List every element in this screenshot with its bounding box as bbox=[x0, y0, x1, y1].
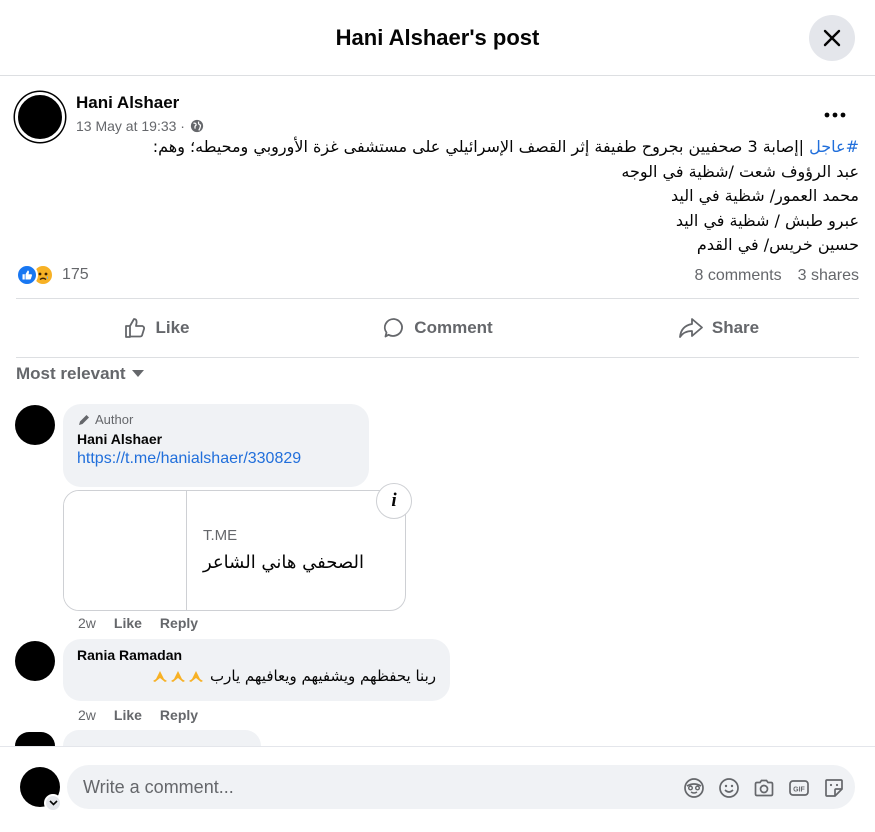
post-action-bar: Like Comment Share bbox=[16, 298, 859, 358]
comment-text-body: ربنا يحفظهم ويشفيهم ويعافيهم يارب bbox=[210, 667, 436, 685]
like-reaction-icon bbox=[16, 264, 38, 286]
author-badge: Author bbox=[77, 412, 355, 427]
comment-time[interactable]: 2w bbox=[78, 707, 96, 723]
comment-count[interactable]: 8 comments bbox=[694, 267, 781, 285]
gif-icon: GIF bbox=[789, 780, 809, 796]
comment-composer: GIF bbox=[0, 746, 875, 832]
comment-sort-dropdown[interactable]: Most relevant bbox=[16, 364, 144, 384]
dialog-title: Hani Alshaer's post bbox=[335, 24, 540, 50]
globe-icon bbox=[190, 119, 204, 133]
close-button[interactable] bbox=[809, 15, 855, 61]
comment-actions: 2w Like Reply bbox=[78, 707, 198, 723]
like-button[interactable]: Like bbox=[16, 299, 297, 357]
post-stats: 8 comments 3 shares bbox=[694, 267, 859, 285]
sticker-icon bbox=[825, 779, 843, 797]
comment-button-label: Comment bbox=[414, 318, 493, 337]
close-icon bbox=[823, 29, 841, 47]
comment-bubble: Author Hani Alshaer https://t.me/hanials… bbox=[63, 404, 369, 487]
thumb-up-icon bbox=[125, 318, 146, 338]
comment-bubble: Rania Ramadan ربنا يحفظهم ويشفيهم ويعافي… bbox=[63, 639, 450, 701]
comment-link[interactable]: https://t.me/hanialshaer/330829 bbox=[77, 450, 355, 468]
post-text-line5: حسين خريس/ في القدم bbox=[696, 235, 859, 254]
comment-like-button[interactable]: Like bbox=[114, 707, 142, 723]
reaction-count: 175 bbox=[62, 266, 89, 283]
post-text-line1: |إصابة 3 صحفيين بجروح طفيفة إثر القصف ال… bbox=[152, 137, 810, 156]
author-badge-label: Author bbox=[95, 412, 134, 427]
like-button-label: Like bbox=[155, 318, 190, 337]
share-icon bbox=[678, 318, 703, 338]
avatar-emoji-button[interactable] bbox=[683, 777, 705, 799]
sticker-button[interactable] bbox=[823, 777, 845, 799]
chevron-down-icon bbox=[48, 800, 58, 806]
post-text-line: #عاجل |إصابة 3 صحفيين بجروح طفيفة إثر ال… bbox=[59, 135, 859, 160]
share-button[interactable]: Share bbox=[578, 299, 859, 357]
link-preview-thumbnail bbox=[64, 491, 187, 610]
comment-time[interactable]: 2w bbox=[78, 615, 96, 631]
pray-hands-icon bbox=[152, 669, 204, 683]
comment-avatar[interactable] bbox=[15, 732, 55, 746]
comment-author-name[interactable]: Rania Ramadan bbox=[77, 647, 436, 663]
caret-down-icon bbox=[131, 370, 144, 377]
post-author-avatar[interactable] bbox=[15, 92, 65, 142]
comment-actions: 2w Like Reply bbox=[78, 615, 198, 631]
post-meta: 13 May at 19:33 · bbox=[76, 118, 204, 134]
info-icon: i bbox=[391, 490, 397, 511]
share-count[interactable]: 3 shares bbox=[798, 267, 859, 285]
post-hashtag[interactable]: #عاجل bbox=[809, 137, 859, 156]
comment-like-button[interactable]: Like bbox=[114, 615, 142, 631]
avatar-emoji-icon bbox=[684, 778, 704, 798]
comment-avatar[interactable] bbox=[15, 405, 55, 445]
share-button-label: Share bbox=[711, 318, 760, 337]
link-preview-title: الصحفي هاني الشاعر bbox=[203, 552, 364, 573]
more-icon bbox=[824, 112, 846, 118]
composer-tools: GIF bbox=[683, 777, 845, 799]
link-preview-body: T.ME الصحفي هاني الشاعر bbox=[187, 491, 380, 610]
reactions-summary[interactable]: 175 bbox=[16, 264, 89, 286]
post-text-line2: عبد الرؤوف شعت /شظية في الوجه bbox=[621, 161, 859, 181]
post-text-line3: محمد العمور/ شظية في اليد bbox=[670, 186, 859, 205]
dialog-header: Hani Alshaer's post bbox=[0, 0, 875, 76]
sort-label: Most relevant bbox=[16, 364, 126, 383]
smiley-icon bbox=[719, 778, 739, 798]
profile-switch-button[interactable] bbox=[44, 794, 62, 812]
post-author-name[interactable]: Hani Alshaer bbox=[76, 93, 179, 113]
emoji-button[interactable] bbox=[718, 777, 740, 799]
comment-bubble bbox=[63, 730, 261, 746]
svg-text:GIF: GIF bbox=[793, 787, 805, 794]
comment-reply-button[interactable]: Reply bbox=[160, 615, 198, 631]
photo-button[interactable] bbox=[753, 777, 775, 799]
link-preview-card[interactable]: T.ME الصحفي هاني الشاعر bbox=[63, 490, 406, 611]
camera-icon bbox=[754, 779, 774, 797]
post-more-button[interactable] bbox=[820, 100, 850, 130]
post-timestamp[interactable]: 13 May at 19:33 · bbox=[76, 118, 185, 134]
post-text-line4: عبرو طبش / شظية في اليد bbox=[675, 210, 859, 230]
pencil-icon bbox=[79, 414, 89, 425]
comment-author-name[interactable]: Hani Alshaer bbox=[77, 431, 355, 447]
post-text: #عاجل |إصابة 3 صحفيين بجروح طفيفة إثر ال… bbox=[59, 135, 859, 258]
link-preview-domain: T.ME bbox=[203, 527, 238, 544]
comment-reply-button[interactable]: Reply bbox=[160, 707, 198, 723]
comment-button[interactable]: Comment bbox=[297, 299, 578, 357]
info-button[interactable]: i bbox=[376, 483, 412, 519]
comment-icon bbox=[384, 318, 404, 338]
gif-button[interactable]: GIF bbox=[788, 777, 810, 799]
comment-avatar[interactable] bbox=[15, 641, 55, 681]
comment-text: ربنا يحفظهم ويشفيهم ويعافيهم يارب bbox=[77, 667, 436, 685]
